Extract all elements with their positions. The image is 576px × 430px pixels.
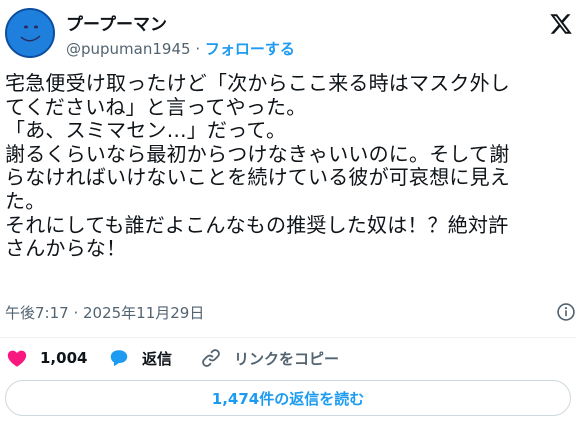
action-bar: 1,004 返信 リンクをコピー bbox=[0, 344, 576, 372]
post-time[interactable]: 午後7:17 bbox=[5, 304, 69, 322]
post-text: 宅急便受け取ったけど「次からここ来る時はマスク外し てくださいね」と言ってやった… bbox=[5, 71, 510, 261]
author-name[interactable]: プープーマン bbox=[66, 10, 167, 35]
divider bbox=[0, 337, 576, 338]
copy-link-button[interactable]: リンクをコピー bbox=[200, 344, 339, 372]
timestamp-separator: · bbox=[68, 304, 83, 322]
reply-label: 返信 bbox=[142, 349, 173, 368]
post-header: プープーマン @pupuman1945 · フォローする bbox=[0, 0, 576, 70]
follow-button[interactable]: フォローする bbox=[205, 40, 295, 58]
reply-button[interactable]: 返信 bbox=[108, 344, 172, 372]
like-count: 1,004 bbox=[40, 349, 88, 367]
x-logo-icon[interactable] bbox=[549, 12, 573, 36]
like-button[interactable]: 1,004 bbox=[6, 344, 87, 372]
post-date[interactable]: 2025年11月29日 bbox=[83, 304, 204, 322]
author-handle-row: @pupuman1945 · フォローする bbox=[66, 38, 295, 59]
info-icon[interactable] bbox=[556, 302, 576, 322]
author-handle[interactable]: @pupuman1945 bbox=[66, 40, 191, 58]
read-replies-button[interactable]: 1,474件の返信を読む bbox=[5, 380, 571, 416]
post-timestamp: 午後7:17 · 2025年11月29日 bbox=[5, 302, 204, 323]
avatar-smiley-icon bbox=[7, 10, 53, 56]
copy-link-label: リンクをコピー bbox=[234, 349, 340, 368]
link-icon bbox=[202, 349, 220, 367]
reply-bubble-icon bbox=[110, 350, 128, 367]
heart-icon bbox=[7, 350, 27, 367]
handle-separator: · bbox=[190, 40, 205, 58]
avatar[interactable] bbox=[5, 8, 55, 58]
